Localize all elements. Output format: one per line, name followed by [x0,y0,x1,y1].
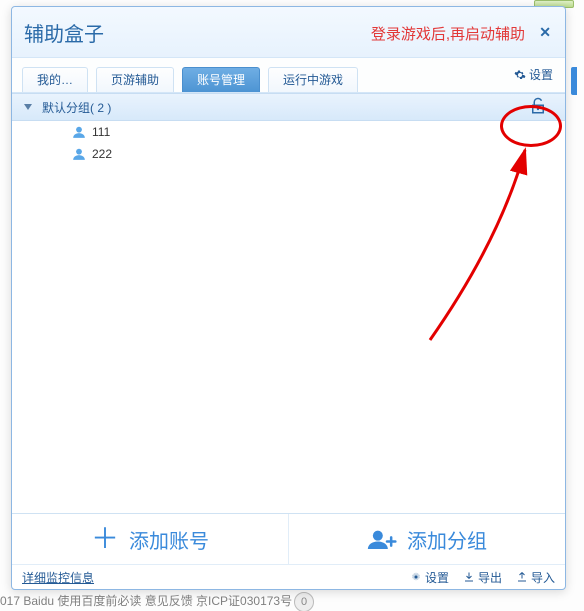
group-row-default[interactable]: 默认分组( 2 ) [12,93,565,121]
window-title: 辅助盒子 [24,18,104,47]
export-icon [463,571,475,583]
login-warning-text: 登录游戏后,再启动辅助 [371,23,525,44]
add-account-label: 添加账号 [129,525,209,554]
expand-triangle-icon [24,104,32,110]
account-row[interactable]: 222 [12,143,565,165]
add-group-label: 添加分组 [407,525,487,554]
tab-my[interactable]: 我的… [22,67,88,92]
account-row[interactable]: 111 [12,121,565,143]
assistant-panel: 辅助盒子 登录游戏后,再启动辅助 ✕ 我的… 页游辅助 账号管理 运行中游戏 设… [11,6,566,590]
tab-strip: 我的… 页游辅助 账号管理 运行中游戏 设置 [12,58,565,93]
footer-export-link[interactable]: 导出 [463,569,502,586]
close-button[interactable]: ✕ [539,24,551,41]
tab-webgame-assist[interactable]: 页游辅助 [96,67,174,92]
settings-label: 设置 [529,66,553,83]
gear-icon [514,69,526,81]
tab-account-manage[interactable]: 账号管理 [182,67,260,92]
add-group-button[interactable]: 添加分组 [288,514,565,564]
settings-link[interactable]: 设置 [514,66,553,83]
account-name: 111 [92,125,110,139]
footer-import-link[interactable]: 导入 [516,569,555,586]
import-icon [516,571,528,583]
panel-footer: ＋ 添加账号 添加分组 详细监控信息 设置 导出 [12,513,565,589]
unlock-button[interactable] [529,97,547,118]
gear-icon [410,571,422,583]
background-notification-badge: 0 [294,592,314,611]
account-list-body: 默认分组( 2 ) 111 222 [12,93,565,513]
side-tab-indicator [571,67,577,95]
titlebar: 辅助盒子 登录游戏后,再启动辅助 ✕ [12,7,565,58]
unlock-icon [529,97,547,115]
user-icon [72,125,86,139]
footer-links-bar: 详细监控信息 设置 导出 导入 [12,564,565,589]
plus-icon: ＋ [91,529,119,549]
account-name: 222 [92,147,112,161]
detail-monitor-link[interactable]: 详细监控信息 [22,569,94,586]
person-plus-icon [367,527,397,551]
user-icon [72,147,86,161]
group-label: 默认分组( 2 ) [42,99,111,116]
footer-settings-link[interactable]: 设置 [410,569,449,586]
background-page-footer-text: 017 Baidu 使用百度前必读 意见反馈 京ICP证030173号 [0,592,292,609]
add-account-button[interactable]: ＋ 添加账号 [12,514,288,564]
footer-big-actions: ＋ 添加账号 添加分组 [12,514,565,564]
tab-running-games[interactable]: 运行中游戏 [268,67,358,92]
